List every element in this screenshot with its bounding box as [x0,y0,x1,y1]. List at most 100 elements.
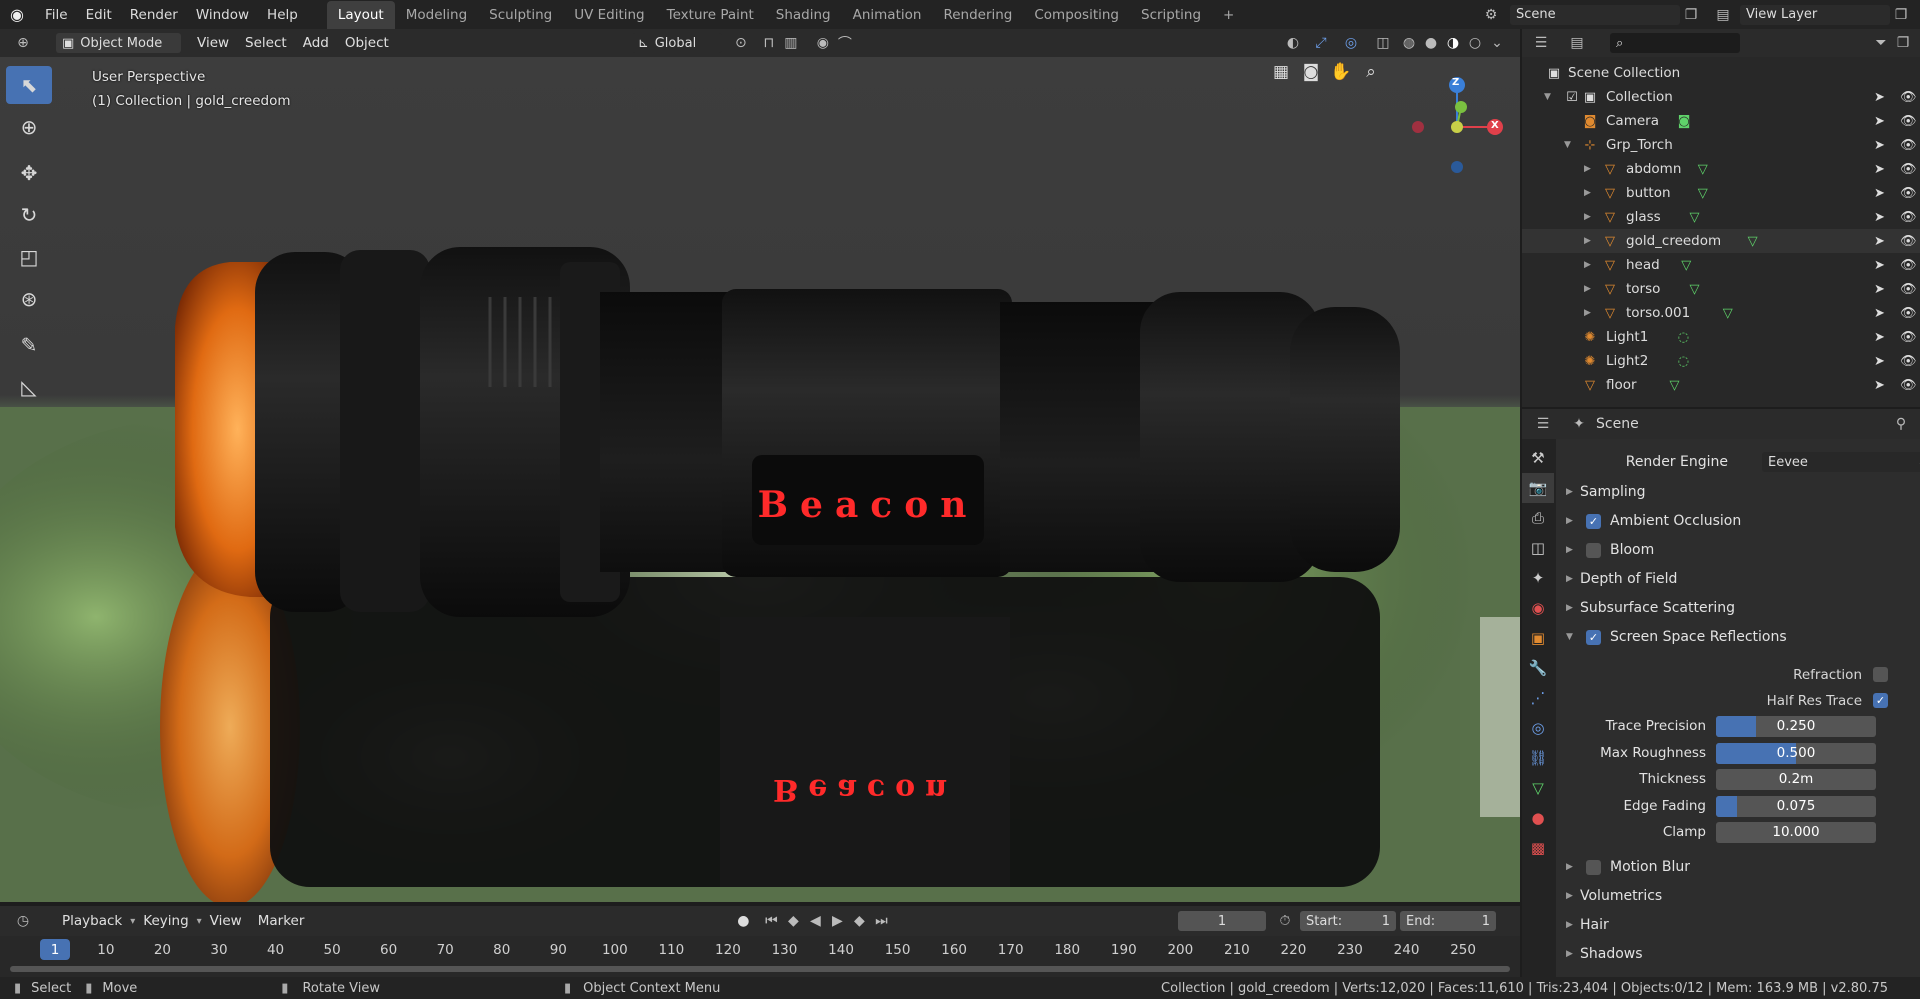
new-view-layer-icon[interactable]: ❐ [1890,4,1912,26]
texture-tab-icon[interactable]: ▩ [1522,833,1554,863]
current-frame-field[interactable]: 1 [1178,911,1266,931]
ssr-slider[interactable]: 0.500 [1716,742,1876,764]
orientation-selector[interactable]: ⊾ Global [631,33,722,53]
outliner-item[interactable]: ▽ floor ▽ ➤ 👁 [1522,373,1920,397]
selectable-arrow-icon[interactable]: ➤ [1874,282,1885,297]
view-layer-tab-icon[interactable]: ◫ [1522,533,1554,563]
menu-keying[interactable]: Keying [135,910,196,932]
next-keyframe-icon[interactable]: ◆ [848,910,870,932]
mesh-data-icon[interactable]: ▽ [1690,282,1700,297]
material-tab-icon[interactable]: ● [1522,803,1554,833]
transform-tool-icon[interactable]: ⊛ [6,280,52,318]
outliner-item[interactable]: ▶ ▽ gold_creedom ▽ ➤ 👁 [1522,229,1920,253]
zoom-icon[interactable]: ⌕ [1360,61,1382,83]
mesh-data-icon[interactable]: ▽ [1698,162,1708,177]
ortho-toggle-icon[interactable]: ▦ [1270,61,1292,83]
output-tab-icon[interactable]: ⎙ [1522,503,1554,533]
mesh-data-icon[interactable]: ▽ [1698,186,1708,201]
eye-icon[interactable]: 👁 [1900,282,1917,297]
visibility-icon[interactable]: ◐ [1282,32,1304,54]
select-box-tool-icon[interactable]: ⬉ [6,66,52,104]
filter-icon[interactable]: ⏷ [1870,32,1892,54]
outliner-item[interactable]: ▼ ⊹ Grp_Torch ➤ 👁 [1522,133,1920,157]
panel-hair[interactable]: ▶Hair⋮⋮ [1556,912,1920,938]
panel-volumetrics[interactable]: ▶Volumetrics⋮⋮ [1556,883,1920,909]
proportional-edit-icon[interactable]: ◉ [812,32,834,54]
panel-shadows[interactable]: ▶Shadows⋮⋮ [1556,941,1920,967]
scale-tool-icon[interactable]: ◰ [6,238,52,276]
scene-tab-icon[interactable]: ✦ [1522,563,1554,593]
eye-icon[interactable]: 👁 [1900,234,1917,249]
eye-icon[interactable]: 👁 [1900,90,1917,105]
gizmo-toggle-icon[interactable]: ⤢ [1310,32,1332,54]
expand-closed-icon[interactable]: ▶ [1584,284,1591,294]
expand-closed-icon[interactable]: ▶ [1584,212,1591,222]
scene-selector-icon[interactable]: ⚙ [1480,4,1502,26]
modifier-tab-icon[interactable]: 🔧 [1522,653,1554,683]
ssr-slider[interactable]: 0.075 [1716,795,1876,817]
mesh-data-icon[interactable]: ▽ [1670,378,1680,393]
pan-hand-icon[interactable]: ✋ [1330,61,1352,83]
expand-closed-icon[interactable]: ▶ [1584,236,1591,246]
selectable-arrow-icon[interactable]: ➤ [1874,258,1885,273]
outliner-item[interactable]: ◙ Camera ◙ ➤ 👁 [1522,109,1920,133]
mode-selector[interactable]: ▣ Object Mode [56,33,181,53]
jump-start-icon[interactable]: ⏮ [760,910,782,932]
mesh-data-icon[interactable]: ▽ [1723,306,1733,321]
selectable-arrow-icon[interactable]: ➤ [1874,90,1885,105]
mesh-data-icon[interactable]: ▽ [1690,210,1700,225]
outliner-item[interactable]: ✺ Light2 ◌ ➤ 👁 [1522,349,1920,373]
tab-layout[interactable]: Layout [326,0,395,29]
shading-rendered-icon[interactable]: ○ [1464,32,1486,54]
ssr-slider[interactable]: 0.2m [1716,769,1876,790]
new-collection-icon[interactable]: ❐ [1892,32,1914,54]
ssr-slider[interactable]: 10.000 [1716,822,1876,843]
falloff-icon[interactable]: ⌒ [834,32,856,54]
shading-options-icon[interactable]: ⌄ [1486,32,1508,54]
record-icon[interactable]: ● [732,910,754,932]
start-frame-field[interactable]: Start: 1 [1300,911,1396,931]
jump-end-icon[interactable]: ⏭ [870,910,892,932]
panel-checkbox[interactable] [1586,859,1601,875]
panel-depth-of-field[interactable]: ▶Depth of Field⋮⋮ [1556,566,1920,592]
expand-closed-icon[interactable]: ▶ [1584,308,1591,318]
menu-select[interactable]: Select [237,32,295,54]
rotate-tool-icon[interactable]: ↻ [6,196,52,234]
panel-sampling[interactable]: ▶Sampling⋮⋮ [1556,479,1920,505]
panel-bloom[interactable]: ▶Bloom⋮⋮ [1556,537,1920,563]
outliner-item[interactable]: ▶ ▽ torso ▽ ➤ 👁 [1522,277,1920,301]
tab-sculpting[interactable]: Sculpting [478,1,563,29]
half-res-checkbox[interactable]: ✓ [1873,693,1888,708]
eye-icon[interactable]: 👁 [1900,306,1917,321]
selectable-arrow-icon[interactable]: ➤ [1874,330,1885,345]
cursor-tool-icon[interactable]: ⊕ [6,108,52,146]
eye-icon[interactable]: 👁 [1900,114,1917,129]
ssr-slider[interactable]: 0.250 [1716,716,1876,737]
particles-tab-icon[interactable]: ⋰ [1522,683,1554,713]
camera-data-icon[interactable]: ◙ [1678,114,1691,129]
3d-viewport[interactable]: Beacon Beacon User Perspective (1) Colle… [0,57,1520,902]
selectable-arrow-icon[interactable]: ➤ [1874,186,1885,201]
menu-view-timeline[interactable]: View [202,910,250,932]
play-reverse-icon[interactable]: ◀ [804,910,826,932]
eye-icon[interactable]: 👁 [1900,162,1917,177]
pin-icon[interactable]: ⚲ [1890,413,1912,435]
eye-icon[interactable]: 👁 [1900,258,1917,273]
outliner-search[interactable]: ⌕ [1610,33,1740,53]
view-layer-field[interactable]: View Layer [1740,4,1890,25]
timeline-scrollbar[interactable] [10,966,1510,972]
panel-ambient-occlusion[interactable]: ▶✓Ambient Occlusion⋮⋮ [1556,508,1920,534]
outliner-item[interactable]: ✺ Light1 ◌ ➤ 👁 [1522,325,1920,349]
light-data-icon[interactable]: ◌ [1678,330,1689,345]
expand-open-icon[interactable]: ▼ [1564,140,1571,150]
annotate-tool-icon[interactable]: ✎ [6,326,52,364]
play-icon[interactable]: ▶ [826,910,848,932]
light-data-icon[interactable]: ◌ [1678,354,1689,369]
outliner-item[interactable]: ▶ ▽ torso.001 ▽ ➤ 👁 [1522,301,1920,325]
menu-file[interactable]: File [36,7,77,23]
object-tab-icon[interactable]: ▣ [1522,623,1554,653]
xray-icon[interactable]: ◫ [1372,32,1394,54]
eye-icon[interactable]: 👁 [1900,354,1917,369]
shading-material-icon[interactable]: ◑ [1442,32,1464,54]
menu-object[interactable]: Object [337,32,397,54]
